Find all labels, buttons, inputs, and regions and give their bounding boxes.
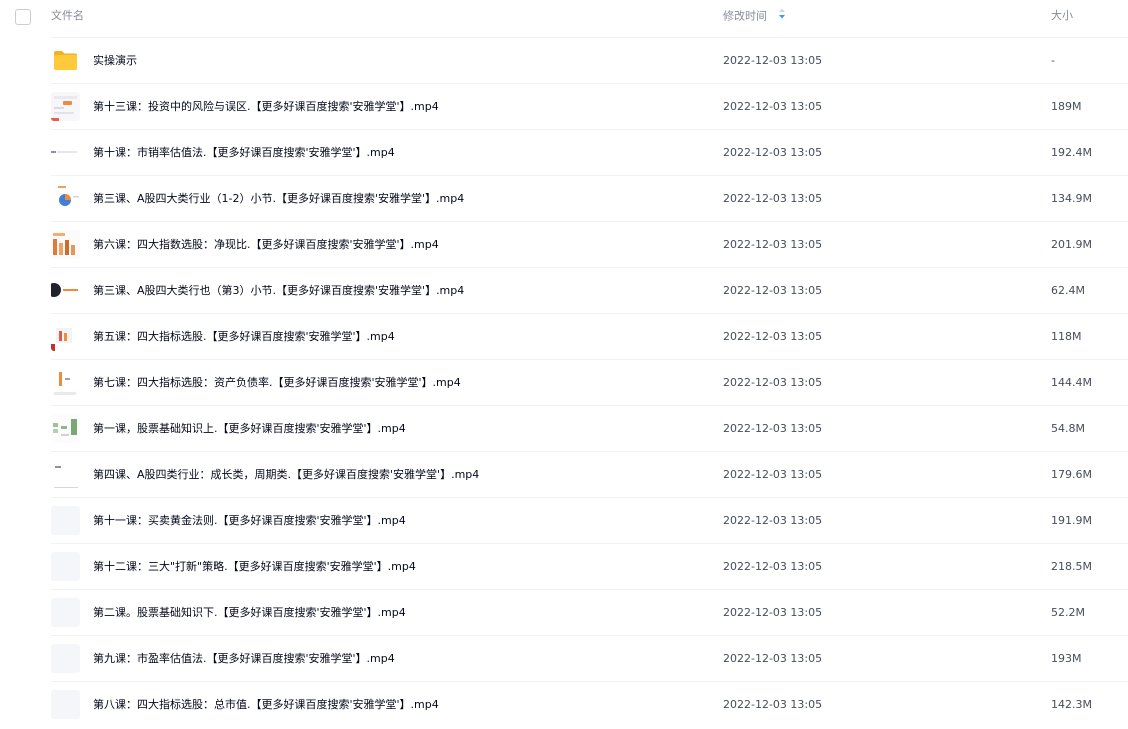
file-modified-time: 2022-12-03 13:05: [723, 652, 823, 665]
file-modified-time: 2022-12-03 13:05: [723, 330, 823, 343]
file-name[interactable]: 第三课、A股四大类行也（第3）小节.【更多好课百度搜索'安雅学堂'】.mp4: [93, 283, 464, 298]
file-row[interactable]: 第十三课：投资中的风险与误区.【更多好课百度搜索'安雅学堂'】.mp4 2022-…: [51, 83, 1128, 129]
file-row[interactable]: 第七课：四大指标选股：资产负债率.【更多好课百度搜索'安雅学堂'】.mp4 202…: [51, 359, 1128, 405]
file-row[interactable]: 第六课：四大指数选股：净现比.【更多好课百度搜索'安雅学堂'】.mp4 2022-…: [51, 221, 1128, 267]
file-size: 189M: [1051, 100, 1082, 113]
file-name[interactable]: 第七课：四大指标选股：资产负债率.【更多好课百度搜索'安雅学堂'】.mp4: [93, 375, 461, 390]
column-header-modified-time-label: 修改时间: [723, 9, 767, 23]
video-thumbnail-icon: [51, 644, 80, 673]
video-thumbnail-icon: [51, 598, 80, 627]
file-modified-time: 2022-12-03 13:05: [723, 468, 823, 481]
file-row[interactable]: 第三课、A股四大类行也（第3）小节.【更多好课百度搜索'安雅学堂'】.mp4 20…: [51, 267, 1128, 313]
video-thumbnail-icon: [51, 322, 80, 351]
file-name[interactable]: 第六课：四大指数选股：净现比.【更多好课百度搜索'安雅学堂'】.mp4: [93, 237, 439, 252]
file-name[interactable]: 第一课，股票基础知识上.【更多好课百度搜索'安雅学堂'】.mp4: [93, 421, 406, 436]
file-name[interactable]: 第九课：市盈率估值法.【更多好课百度搜索'安雅学堂'】.mp4: [93, 651, 395, 666]
file-size: 191.9M: [1051, 514, 1092, 527]
file-rows: 实操演示 2022-12-03 13:05 - 第十三课：投资中的风险与误区.【更多好…: [0, 37, 1128, 727]
file-name[interactable]: 第三课、A股四大类行业（1-2）小节.【更多好课百度搜索'安雅学堂'】.mp4: [93, 191, 464, 206]
file-size: 142.3M: [1051, 698, 1092, 711]
video-thumbnail-icon: [51, 368, 80, 397]
file-size: 218.5M: [1051, 560, 1092, 573]
file-row[interactable]: 第一课，股票基础知识上.【更多好课百度搜索'安雅学堂'】.mp4 2022-12-…: [51, 405, 1128, 451]
video-thumbnail-icon: [51, 506, 80, 535]
file-size: 193M: [1051, 652, 1082, 665]
file-size: 201.9M: [1051, 238, 1092, 251]
file-name[interactable]: 第十三课：投资中的风险与误区.【更多好课百度搜索'安雅学堂'】.mp4: [93, 99, 439, 114]
file-modified-time: 2022-12-03 13:05: [723, 54, 823, 67]
video-thumbnail-icon: [51, 414, 80, 443]
column-header-name[interactable]: 文件名: [51, 9, 84, 23]
video-thumbnail-icon: [51, 552, 80, 581]
folder-icon: [51, 46, 80, 75]
select-all-checkbox[interactable]: [15, 9, 31, 25]
file-modified-time: 2022-12-03 13:05: [723, 100, 823, 113]
file-row[interactable]: 第二课。股票基础知识下.【更多好课百度搜索'安雅学堂'】.mp4 2022-12-…: [51, 589, 1128, 635]
file-name[interactable]: 第四课、A股四类行业：成长类，周期类.【更多好课百度搜索'安雅学堂'】.mp4: [93, 467, 479, 482]
file-size: -: [1051, 54, 1055, 67]
file-row[interactable]: 实操演示 2022-12-03 13:05 -: [51, 37, 1128, 83]
column-header-modified-time[interactable]: 修改时间: [723, 8, 786, 24]
file-size: 62.4M: [1051, 284, 1085, 297]
file-name[interactable]: 第二课。股票基础知识下.【更多好课百度搜索'安雅学堂'】.mp4: [93, 605, 406, 620]
file-name[interactable]: 第八课：四大指标选股：总市值.【更多好课百度搜索'安雅学堂'】.mp4: [93, 697, 439, 712]
file-modified-time: 2022-12-03 13:05: [723, 514, 823, 527]
file-size: 144.4M: [1051, 376, 1092, 389]
file-size: 54.8M: [1051, 422, 1085, 435]
file-list: 文件名 修改时间 大小 实操演示 2022-12-03 13:05 - 第十三课：投资…: [0, 0, 1128, 729]
file-row[interactable]: 第三课、A股四大类行业（1-2）小节.【更多好课百度搜索'安雅学堂'】.mp4 2…: [51, 175, 1128, 221]
file-name[interactable]: 第五课：四大指标选股.【更多好课百度搜索'安雅学堂'】.mp4: [93, 329, 395, 344]
file-size: 179.6M: [1051, 468, 1092, 481]
file-row[interactable]: 第五课：四大指标选股.【更多好课百度搜索'安雅学堂'】.mp4 2022-12-0…: [51, 313, 1128, 359]
video-thumbnail-icon: [51, 460, 80, 489]
video-thumbnail-icon: [51, 184, 80, 213]
file-modified-time: 2022-12-03 13:05: [723, 422, 823, 435]
file-modified-time: 2022-12-03 13:05: [723, 560, 823, 573]
sort-icon[interactable]: [778, 8, 786, 23]
file-modified-time: 2022-12-03 13:05: [723, 606, 823, 619]
file-name[interactable]: 第十二课：三大"打新"策略.【更多好课百度搜索'安雅学堂'】.mp4: [93, 559, 416, 574]
video-thumbnail-icon: [51, 690, 80, 719]
file-size: 134.9M: [1051, 192, 1092, 205]
file-modified-time: 2022-12-03 13:05: [723, 376, 823, 389]
file-name[interactable]: 第十一课：买卖黄金法则.【更多好课百度搜索'安雅学堂'】.mp4: [93, 513, 406, 528]
file-name[interactable]: 实操演示: [93, 53, 137, 68]
file-modified-time: 2022-12-03 13:05: [723, 238, 823, 251]
file-name[interactable]: 第十课：市销率估值法.【更多好课百度搜索'安雅学堂'】.mp4: [93, 145, 395, 160]
file-size: 192.4M: [1051, 146, 1092, 159]
file-modified-time: 2022-12-03 13:05: [723, 698, 823, 711]
file-list-header: 文件名 修改时间 大小: [0, 0, 1128, 37]
video-thumbnail-icon: [51, 230, 80, 259]
file-row[interactable]: 第十一课：买卖黄金法则.【更多好课百度搜索'安雅学堂'】.mp4 2022-12-…: [51, 497, 1128, 543]
file-size: 52.2M: [1051, 606, 1085, 619]
file-row[interactable]: 第十课：市销率估值法.【更多好课百度搜索'安雅学堂'】.mp4 2022-12-0…: [51, 129, 1128, 175]
video-thumbnail-icon: [51, 138, 80, 167]
video-thumbnail-icon: [51, 276, 80, 305]
file-row[interactable]: 第九课：市盈率估值法.【更多好课百度搜索'安雅学堂'】.mp4 2022-12-0…: [51, 635, 1128, 681]
file-modified-time: 2022-12-03 13:05: [723, 284, 823, 297]
file-row[interactable]: 第四课、A股四类行业：成长类，周期类.【更多好课百度搜索'安雅学堂'】.mp4 2…: [51, 451, 1128, 497]
column-header-size[interactable]: 大小: [1051, 9, 1073, 23]
file-row[interactable]: 第十二课：三大"打新"策略.【更多好课百度搜索'安雅学堂'】.mp4 2022-1…: [51, 543, 1128, 589]
file-modified-time: 2022-12-03 13:05: [723, 146, 823, 159]
video-thumbnail-icon: [51, 92, 80, 121]
file-size: 118M: [1051, 330, 1082, 343]
file-modified-time: 2022-12-03 13:05: [723, 192, 823, 205]
file-row[interactable]: 第八课：四大指标选股：总市值.【更多好课百度搜索'安雅学堂'】.mp4 2022-…: [51, 681, 1128, 727]
